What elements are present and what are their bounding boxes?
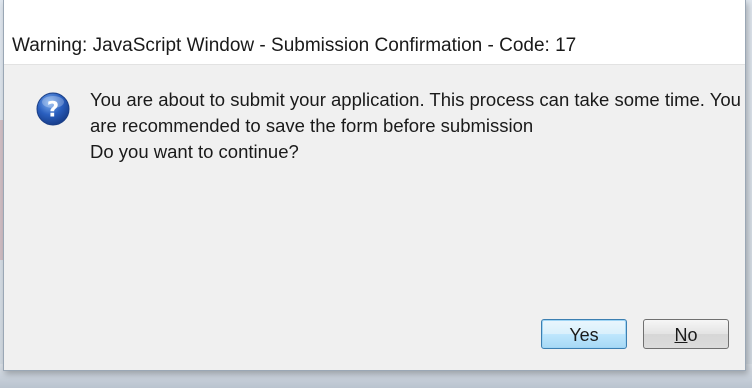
message-line: Do you want to continue? [90,141,299,162]
no-button-mnemonic: N [674,325,688,345]
svg-text:?: ? [47,98,59,122]
dialog-message: You are about to submit your application… [90,87,741,165]
confirmation-dialog: Warning: JavaScript Window - Submission … [3,0,746,371]
message-line: You are about to submit your application… [90,89,741,110]
yes-button[interactable]: Yes [541,319,627,349]
no-button-label-rest: o [687,325,698,345]
dialog-title: Warning: JavaScript Window - Submission … [12,35,577,56]
message-line: are recommended to save the form before … [90,115,534,136]
question-icon: ? [36,92,70,126]
dialog-titlebar[interactable]: Warning: JavaScript Window - Submission … [4,0,745,65]
no-button[interactable]: No [643,319,729,349]
dialog-content: ? You are about to submit your applicati… [4,65,745,370]
